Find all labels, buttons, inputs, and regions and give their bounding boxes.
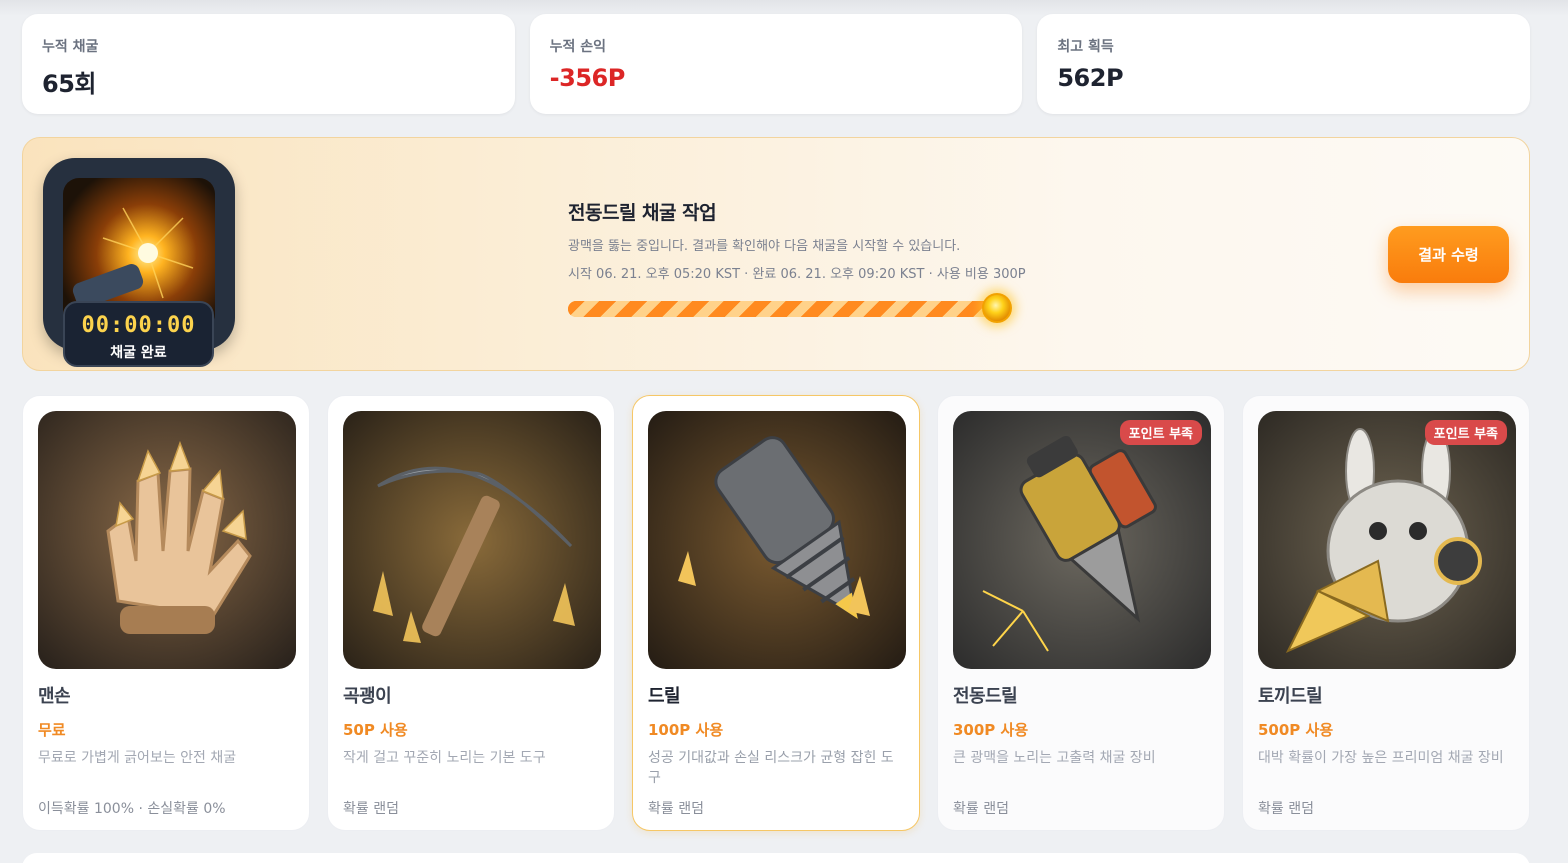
- power-drill-icon: 포인트 부족: [953, 411, 1211, 669]
- tool-card-rabbit-drill[interactable]: 포인트 부족 토끼드릴 500P 사용 대박 확률이 가장 높은 프리미엄 채굴…: [1242, 395, 1530, 831]
- stat-label: 누적 손익: [549, 39, 607, 55]
- tool-card-glove[interactable]: 맨손 무료 무료로 가볍게 긁어보는 안전 채굴 이득확률 100% · 손실확…: [22, 395, 310, 831]
- stat-card-best-gain: 최고 획득 562P: [1037, 14, 1531, 114]
- stat-value: 65회: [42, 70, 96, 98]
- job-description: 광맥을 뚫는 중입니다. 결과를 확인해야 다음 채굴을 시작할 수 있습니다.: [568, 239, 961, 254]
- stat-card-total-profit: 누적 손익 -356P: [529, 14, 1023, 114]
- tool-name: 곡괭이: [343, 686, 392, 707]
- tool-card-drill[interactable]: 드릴 100P 사용 성공 기대값과 손실 리스크가 균형 잡힌 도구 확률 랜…: [632, 395, 920, 831]
- mining-job-banner: 00:00:00 채굴 완료 전동드릴 채굴 작업 광맥을 뚫는 중입니다. 결…: [22, 137, 1530, 371]
- stat-card-total-mining: 누적 채굴 65회: [22, 14, 515, 114]
- tool-probability: 확률 랜덤: [953, 801, 1009, 817]
- progress-fill: [568, 301, 1008, 317]
- insufficient-points-badge: 포인트 부족: [1119, 420, 1202, 445]
- job-info: 전동드릴 채굴 작업 광맥을 뚫는 중입니다. 결과를 확인해야 다음 채굴을 …: [568, 198, 1088, 323]
- next-section-card: [22, 853, 1530, 863]
- rabbit-drill-icon: 포인트 부족: [1258, 411, 1516, 669]
- tool-cost: 300P 사용: [953, 721, 1029, 739]
- tool-description: 큰 광맥을 노리는 고출력 채굴 장비: [953, 750, 1156, 766]
- tool-probability: 이득확률 100% · 손실확률 0%: [38, 801, 226, 817]
- progress-knob: [982, 293, 1012, 323]
- glove-icon: [38, 411, 296, 669]
- stats-row: 누적 채굴 65회 누적 손익 -356P 최고 획득 562P: [22, 14, 1531, 114]
- tool-name: 드릴: [648, 686, 681, 707]
- stat-label: 최고 획득: [1057, 39, 1114, 55]
- tool-cost: 무료: [38, 721, 66, 739]
- drill-icon: [648, 411, 906, 669]
- job-progress-bar: [568, 293, 1012, 323]
- tool-cost: 100P 사용: [648, 721, 724, 739]
- insufficient-points-badge: 포인트 부족: [1424, 420, 1507, 445]
- tool-name: 전동드릴: [953, 686, 1018, 707]
- tool-description: 성공 기대값과 손실 리스크가 균형 잡힌 도구: [648, 750, 894, 786]
- stat-value: -356P: [549, 64, 626, 92]
- timer-value: 00:00:00: [81, 313, 196, 338]
- pickaxe-icon: [343, 411, 601, 669]
- tool-name: 토끼드릴: [1258, 686, 1323, 707]
- job-meta: 시작 06. 21. 오후 05:20 KST · 완료 06. 21. 오후 …: [568, 267, 1026, 282]
- tool-description: 대박 확률이 가장 높은 프리미엄 채굴 장비: [1258, 750, 1504, 766]
- claim-result-button[interactable]: 결과 수령: [1388, 226, 1509, 283]
- tool-name: 맨손: [38, 686, 71, 707]
- tool-probability: 확률 랜덤: [343, 801, 399, 817]
- job-title: 전동드릴 채굴 작업: [568, 202, 717, 224]
- job-timer: 00:00:00 채굴 완료: [63, 301, 214, 367]
- stat-value: 562P: [1057, 64, 1124, 92]
- tool-probability: 확률 랜덤: [648, 801, 704, 817]
- stat-label: 누적 채굴: [42, 39, 99, 55]
- tool-list: 맨손 무료 무료로 가볍게 긁어보는 안전 채굴 이득확률 100% · 손실확…: [22, 395, 1530, 831]
- tool-card-pickaxe[interactable]: 곡괭이 50P 사용 작게 걸고 꾸준히 노리는 기본 도구 확률 랜덤: [327, 395, 615, 831]
- tool-probability: 확률 랜덤: [1258, 801, 1314, 817]
- tool-description: 무료로 가볍게 긁어보는 안전 채굴: [38, 750, 237, 766]
- job-status: 채굴 완료: [110, 345, 167, 361]
- tool-card-power-drill[interactable]: 포인트 부족 전동드릴 300P 사용 큰 광맥을 노리는 고출력 채굴 장비 …: [937, 395, 1225, 831]
- tool-description: 작게 걸고 꾸준히 노리는 기본 도구: [343, 750, 546, 766]
- tool-cost: 50P 사용: [343, 721, 408, 739]
- tool-cost: 500P 사용: [1258, 721, 1334, 739]
